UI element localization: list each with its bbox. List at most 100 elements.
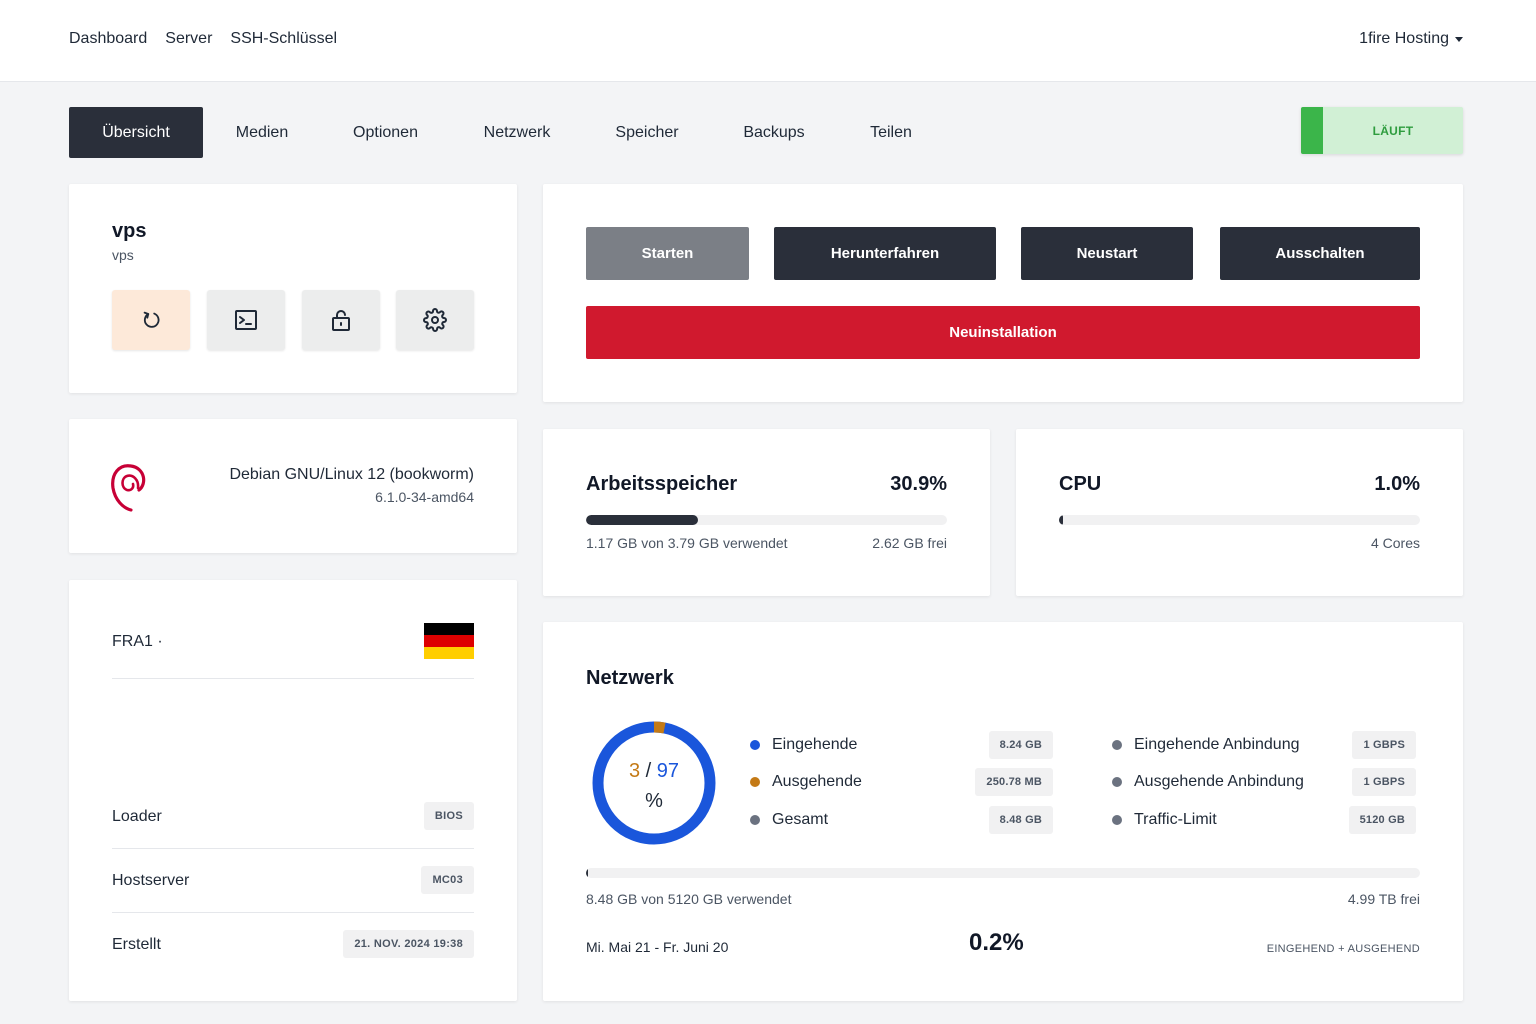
os-kernel: 6.1.0-34-amd64 xyxy=(375,489,474,505)
memory-card: Arbeitsspeicher 30.9% 1.17 GB von 3.79 G… xyxy=(543,429,990,596)
outgoing-bandwidth-value: 1 GBPS xyxy=(1352,768,1416,796)
legend-incoming-bandwidth: Eingehende Anbindung xyxy=(1112,736,1300,754)
loader-label: Loader xyxy=(112,808,162,825)
cpu-percent: 1.0% xyxy=(1374,473,1420,495)
account-dropdown[interactable]: 1fire Hosting xyxy=(1359,30,1463,48)
divider xyxy=(112,678,474,679)
traffic-free: 4.99 TB frei xyxy=(1347,891,1420,907)
gear-icon xyxy=(423,308,447,332)
legend-dot xyxy=(750,777,760,787)
lock-icon xyxy=(332,310,350,331)
start-button[interactable]: Starten xyxy=(586,227,749,280)
top-bar: Dashboard Server SSH-Schlüssel 1fire Hos… xyxy=(0,0,1536,82)
traffic-progress-fill xyxy=(586,868,588,878)
memory-free: 2.62 GB frei xyxy=(872,535,947,551)
nav-dashboard[interactable]: Dashboard xyxy=(69,30,147,48)
legend-dot xyxy=(750,815,760,825)
legend-outgoing-bandwidth: Ausgehende Anbindung xyxy=(1112,773,1304,791)
details-card: FRA1 · Loader BIOS Hostserver MC03 Erste… xyxy=(69,580,517,1001)
power-card: Starten Herunterfahren Neustart Ausschal… xyxy=(543,184,1463,402)
cpu-card: CPU 1.0% 4 Cores xyxy=(1016,429,1463,596)
hostserver-value: MC03 xyxy=(421,866,474,894)
legend-dot xyxy=(1112,740,1122,750)
memory-progress-fill xyxy=(586,515,698,525)
donut-out-pct: 3 xyxy=(628,760,641,782)
tab-storage[interactable]: Speicher xyxy=(584,107,710,158)
cpu-title: CPU xyxy=(1059,473,1102,495)
console-icon xyxy=(235,310,257,330)
legend-label: Eingehende xyxy=(772,736,858,753)
legend-dot xyxy=(1112,777,1122,787)
nav-server[interactable]: Server xyxy=(165,30,212,48)
os-name: Debian GNU/Linux 12 (bookworm) xyxy=(229,466,474,483)
legend-incoming: Eingehende xyxy=(750,736,857,754)
incoming-bandwidth-value: 1 GBPS xyxy=(1352,731,1416,759)
tab-network[interactable]: Netzwerk xyxy=(450,107,584,158)
donut-sep: / xyxy=(645,760,652,782)
donut-in-pct: 97 xyxy=(656,760,680,782)
traffic-progress-bar xyxy=(586,868,1420,878)
status-label: LÄUFT xyxy=(1372,123,1414,138)
tab-overview[interactable]: Übersicht xyxy=(69,107,203,158)
legend-dot xyxy=(750,740,760,750)
legend-label: Traffic-Limit xyxy=(1134,811,1217,828)
memory-used: 1.17 GB von 3.79 GB verwendet xyxy=(586,535,788,551)
shutdown-button[interactable]: Herunterfahren xyxy=(774,227,996,280)
memory-title: Arbeitsspeicher xyxy=(586,473,738,495)
traffic-percent: 0.2% xyxy=(969,929,1024,956)
network-title: Netzwerk xyxy=(586,667,674,689)
traffic-used: 8.48 GB von 5120 GB verwendet xyxy=(586,891,792,907)
lock-button[interactable] xyxy=(302,290,380,350)
nav-ssh-keys[interactable]: SSH-Schlüssel xyxy=(230,30,337,48)
germany-flag-icon xyxy=(424,623,474,659)
legend-label: Gesamt xyxy=(772,811,829,828)
legend-label: Ausgehende xyxy=(772,773,862,790)
tab-backups[interactable]: Backups xyxy=(710,107,838,158)
server-subtitle: vps xyxy=(112,247,134,263)
divider xyxy=(112,848,474,849)
status-badge: LÄUFT xyxy=(1301,107,1463,154)
cpu-progress-fill xyxy=(1059,515,1063,525)
billing-period: Mi. Mai 21 - Fr. Juni 20 xyxy=(586,939,729,955)
os-card: Debian GNU/Linux 12 (bookworm) 6.1.0-34-… xyxy=(69,419,517,553)
total-value: 8.48 GB xyxy=(988,806,1053,834)
memory-percent: 30.9% xyxy=(890,473,947,495)
cpu-cores: 4 Cores xyxy=(1370,535,1420,551)
server-title: vps xyxy=(112,220,147,242)
loader-value: BIOS xyxy=(423,802,474,830)
location-label: FRA1 · xyxy=(112,633,163,650)
divider xyxy=(112,912,474,913)
created-value: 21. NOV. 2024 19:38 xyxy=(343,930,474,958)
reinstall-os-button[interactable]: Neuinstallation xyxy=(586,306,1420,359)
donut-ratio: 3 / 97 xyxy=(590,760,718,783)
cpu-progress-bar xyxy=(1059,515,1420,525)
traffic-direction: EINGEHEND + AUSGEHEND xyxy=(1266,943,1420,955)
console-button[interactable] xyxy=(207,290,285,350)
tab-share[interactable]: Teilen xyxy=(838,107,944,158)
debian-logo-icon xyxy=(111,464,146,512)
legend-label: Ausgehende Anbindung xyxy=(1134,773,1304,790)
legend-outgoing: Ausgehende xyxy=(750,773,862,791)
tab-options[interactable]: Optionen xyxy=(321,107,450,158)
server-tabs: Übersicht Medien Optionen Netzwerk Speic… xyxy=(69,107,944,158)
hostserver-label: Hostserver xyxy=(112,872,190,889)
legend-dot xyxy=(1112,815,1122,825)
top-nav: Dashboard Server SSH-Schlüssel xyxy=(69,30,337,48)
donut-incoming-arc xyxy=(592,721,716,845)
traffic-limit-value: 5120 GB xyxy=(1348,806,1416,834)
restart-button[interactable]: Neustart xyxy=(1021,227,1193,280)
network-card: Netzwerk 3 / 97 % Eingehende 8.24 GB Aus… xyxy=(543,622,1463,1001)
traffic-donut-chart xyxy=(592,721,716,845)
server-card: vps vps xyxy=(69,184,517,393)
created-label: Erstellt xyxy=(112,936,161,953)
poweroff-button[interactable]: Ausschalten xyxy=(1220,227,1420,280)
outgoing-value: 250.78 MB xyxy=(975,768,1053,796)
donut-unit: % xyxy=(645,790,663,812)
legend-total: Gesamt xyxy=(750,811,828,829)
tab-media[interactable]: Medien xyxy=(203,107,321,158)
reinstall-button[interactable] xyxy=(112,290,190,350)
status-indicator xyxy=(1301,107,1323,154)
incoming-value: 8.24 GB xyxy=(988,731,1053,759)
settings-button[interactable] xyxy=(396,290,474,350)
memory-progress-bar xyxy=(586,515,947,525)
